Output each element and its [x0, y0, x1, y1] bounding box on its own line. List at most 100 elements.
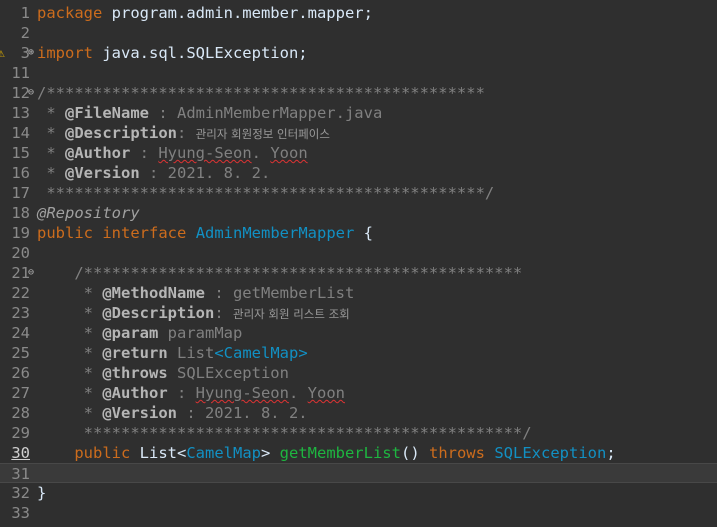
code-line[interactable]: 17 *************************************… — [0, 183, 717, 203]
code-line[interactable]: 21 ⊖ /***********************************… — [0, 263, 717, 283]
line-number: 11 — [11, 64, 30, 82]
code-line[interactable]: 32} — [0, 483, 717, 503]
code-line[interactable]: 18 @Repository — [0, 203, 717, 223]
code-token: throws — [428, 444, 485, 462]
code-line[interactable]: 19 public interface AdminMemberMapper { — [0, 223, 717, 243]
code-line[interactable]: 16 * @Version : 2021. 8. 2. — [0, 163, 717, 183]
code-token: @Version — [65, 164, 140, 182]
code-token: > — [260, 444, 280, 462]
code-token: * — [37, 144, 65, 162]
line-number: 15 — [11, 144, 30, 162]
line-number: 32 — [11, 484, 30, 502]
code-line[interactable]: 12 ⊖/************************************… — [0, 83, 717, 103]
code-line[interactable]: 27 * @Author : Hyung-Seon. Yoon — [0, 383, 717, 403]
code-line[interactable]: 2 — [0, 23, 717, 43]
code-text: public List<CamelMap> getMemberList() th… — [37, 443, 616, 463]
code-token: : — [130, 144, 159, 162]
code-token: * — [37, 164, 65, 182]
fold-collapse-icon[interactable]: ⊖ — [26, 83, 36, 103]
line-number: 25 — [11, 344, 30, 362]
code-token: Hyung-Seon — [158, 144, 252, 162]
code-line[interactable]: 24 * @param paramMap — [0, 323, 717, 343]
code-line[interactable]: 15 * @Author : Hyung-Seon. Yoon — [0, 143, 717, 163]
fold-expand-icon[interactable]: ⊕ — [26, 43, 36, 63]
code-line[interactable]: 11 — [0, 63, 717, 83]
code-token: 관리자 회원정보 인터페이스 — [195, 127, 330, 141]
code-token: : — [176, 124, 196, 142]
code-token: * — [37, 284, 103, 302]
code-text: * @Version : 2021. 8. 2. — [37, 163, 270, 183]
code-text: import java.sql.SQLException; — [37, 43, 308, 63]
code-token: ****************************************… — [37, 424, 532, 442]
code-line[interactable]: 26 * @throws SQLException — [0, 363, 717, 383]
code-line[interactable]: 29 *************************************… — [0, 423, 717, 443]
code-token: @return — [102, 344, 168, 362]
code-line[interactable]: 31 — [0, 463, 717, 483]
code-token: @Description — [65, 124, 177, 142]
line-number: 28 — [11, 404, 30, 422]
code-token: ; — [606, 444, 616, 462]
code-token: : 2021. 8. 2. — [139, 164, 271, 182]
code-token: java.sql.SQLException; — [93, 44, 308, 62]
code-line[interactable]: 30 public List<CamelMap> getMemberList()… — [0, 443, 717, 463]
line-number: 23 — [11, 304, 30, 322]
code-token: . — [288, 384, 308, 402]
line-number: 30 — [11, 444, 30, 462]
warning-marker-icon[interactable]: ⚠ — [0, 44, 5, 64]
line-number: 20 — [11, 244, 30, 262]
code-line[interactable]: 13 * @FileName : AdminMemberMapper.java — [0, 103, 717, 123]
code-token: 관리자 회원 리스트 조회 — [232, 307, 350, 321]
code-line[interactable]: 22 * @MethodName : getMemberList — [0, 283, 717, 303]
line-number: 14 — [11, 124, 30, 142]
fold-collapse-icon[interactable]: ⊖ — [26, 263, 36, 283]
code-token: * — [37, 104, 65, 122]
code-text: } — [37, 483, 46, 503]
code-token: public — [37, 224, 93, 242]
code-token: * — [37, 364, 103, 382]
code-text: * @Version : 2021. 8. 2. — [37, 403, 308, 423]
line-number: 27 — [11, 384, 30, 402]
code-text: * @Author : Hyung-Seon. Yoon — [37, 143, 308, 163]
code-editor[interactable]: 1 package program.admin.member.mapper; 2 3 ⚠… — [0, 0, 717, 527]
code-token: CamelMap — [186, 444, 261, 462]
code-token: /***************************************… — [37, 264, 523, 282]
code-token: : — [214, 304, 233, 322]
code-text: /***************************************… — [37, 83, 485, 103]
line-number: 2 — [20, 24, 30, 42]
code-line[interactable]: 14 * @Description: 관리자 회원정보 인터페이스 — [0, 123, 717, 143]
code-token: @Author — [102, 384, 168, 402]
code-token: interface — [102, 224, 187, 242]
code-line[interactable]: 23 * @Description: 관리자 회원 리스트 조회 — [0, 303, 717, 323]
code-token: Yoon — [270, 144, 308, 162]
code-token: @MethodName — [102, 284, 205, 302]
code-text: * @Description: 관리자 회원 리스트 조회 — [37, 303, 350, 323]
line-number: 33 — [11, 504, 30, 522]
code-text: * @FileName : AdminMemberMapper.java — [37, 103, 382, 123]
code-token: . — [251, 144, 271, 162]
code-line[interactable]: 20 — [0, 243, 717, 263]
code-token: getMemberList — [279, 444, 401, 462]
code-token: } — [37, 484, 47, 502]
code-line[interactable]: 3 ⚠ ⊕ import java.sql.SQLException; — [0, 43, 717, 63]
code-line[interactable]: 25 * @return List<CamelMap> — [0, 343, 717, 363]
code-line[interactable]: 1 package program.admin.member.mapper; — [0, 3, 717, 23]
code-token: @FileName — [65, 104, 149, 122]
code-token: @Repository — [37, 204, 140, 222]
code-token: * — [37, 404, 103, 422]
code-token: : 2021. 8. 2. — [176, 404, 308, 422]
line-number: 31 — [11, 465, 30, 483]
code-token: Hyung-Seon — [195, 384, 289, 402]
code-token: program.admin.member.mapper; — [102, 4, 373, 22]
code-token: <CamelMap> — [214, 344, 308, 362]
code-token: SQLException — [494, 444, 607, 462]
line-number: 26 — [11, 364, 30, 382]
code-line[interactable]: 33 — [0, 503, 717, 523]
line-number: 19 — [11, 224, 30, 242]
code-line[interactable]: 28 * @Version : 2021. 8. 2. — [0, 403, 717, 423]
code-token: * — [37, 124, 65, 142]
code-text: /***************************************… — [37, 263, 522, 283]
